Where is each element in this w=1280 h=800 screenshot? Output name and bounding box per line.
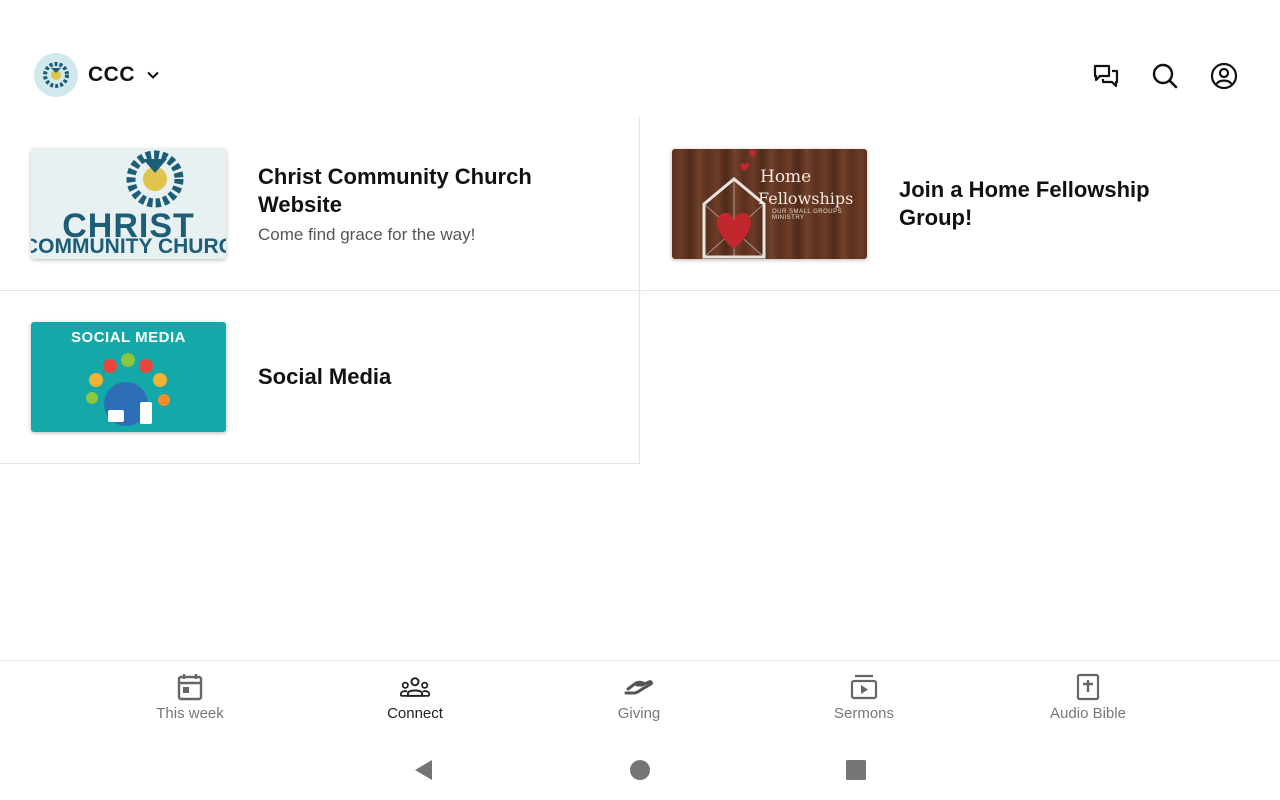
social-media-thumbnail: SOCIAL MEDIA <box>31 321 226 432</box>
card-text: Social Media <box>258 363 391 391</box>
thumb-text-line: Home <box>760 166 812 187</box>
nav-label: Connect <box>387 705 443 722</box>
card-social-media[interactable]: SOCIAL MEDIA Social Media <box>0 290 640 464</box>
nav-label: This week <box>156 705 224 722</box>
thumb-text-line: OUR SMALL GROUPS MINISTRY <box>772 208 843 221</box>
account-icon[interactable] <box>1208 60 1240 92</box>
card-text: Join a Home Fellowship Group! <box>899 176 1229 232</box>
back-icon[interactable] <box>409 756 437 784</box>
church-logo-icon <box>126 150 184 207</box>
bible-icon <box>1073 673 1103 701</box>
nav-label: Sermons <box>833 705 895 722</box>
card-subtitle: Come find grace for the way! <box>258 224 476 244</box>
chevron-down-icon <box>143 65 163 85</box>
card-church-website[interactable]: CHRIST COMMUNITY CHURCH Christ Community… <box>0 117 640 291</box>
nav-label: Giving <box>617 705 661 722</box>
home-fellowship-thumbnail: Home Fellowships OUR SMALL GROUPS MINIST… <box>672 148 867 259</box>
church-website-thumbnail: CHRIST COMMUNITY CHURCH <box>31 148 226 259</box>
card-home-fellowship[interactable]: Home Fellowships OUR SMALL GROUPS MINIST… <box>641 117 1280 291</box>
app-root: CCC CHRIST COMMUNITY CHUR Christ Communi… <box>0 0 1280 800</box>
system-nav-bar <box>0 740 1280 800</box>
video-library-icon <box>849 673 879 701</box>
calendar-icon <box>175 673 205 701</box>
home-icon[interactable] <box>626 756 654 784</box>
church-logo-icon <box>43 62 69 88</box>
people-icon <box>400 673 430 701</box>
bottom-nav: This week Connect Giving Sermons Audio B… <box>0 660 1280 740</box>
thumb-text-line: SOCIAL MEDIA <box>71 328 186 346</box>
social-network-illustration-icon <box>86 352 170 426</box>
card-title: Christ Community Church Website <box>258 163 532 217</box>
card-title: Join a Home Fellowship Group! <box>899 176 1150 230</box>
nav-giving[interactable]: Giving <box>569 673 709 733</box>
nav-sermons[interactable]: Sermons <box>794 673 934 733</box>
search-icon[interactable] <box>1149 60 1181 92</box>
thumb-text-line: COMMUNITY CHURCH <box>31 234 226 258</box>
card-title: Social Media <box>258 363 392 389</box>
recents-icon[interactable] <box>842 756 870 784</box>
nav-label: Audio Bible <box>1050 705 1126 722</box>
org-avatar <box>34 53 78 97</box>
card-text: Christ Community Church Website Come fin… <box>258 163 588 245</box>
giving-hand-icon <box>624 673 654 701</box>
thumb-text-line: Fellowships <box>758 188 854 208</box>
org-name: CCC <box>88 63 135 86</box>
nav-connect[interactable]: Connect <box>345 673 485 733</box>
org-switcher[interactable]: CCC <box>34 53 163 97</box>
app-header: CCC <box>0 40 1280 110</box>
chat-icon[interactable] <box>1090 60 1122 92</box>
nav-this-week[interactable]: This week <box>120 673 260 733</box>
nav-audio-bible[interactable]: Audio Bible <box>1018 673 1158 733</box>
